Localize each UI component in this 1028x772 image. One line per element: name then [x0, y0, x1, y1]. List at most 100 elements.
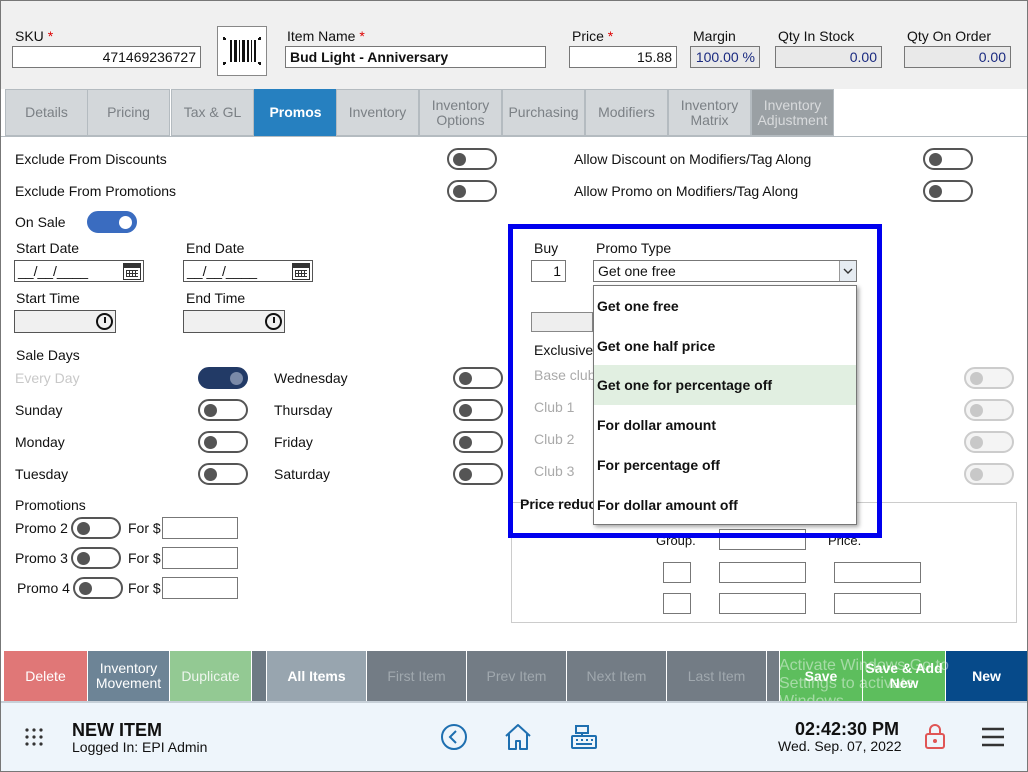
start-date-input[interactable]: __/__/____: [14, 260, 144, 282]
sku-input[interactable]: 471469236727: [12, 46, 201, 68]
on-sale-toggle[interactable]: [87, 211, 137, 233]
price-label: Price *: [572, 28, 614, 44]
duplicate-button[interactable]: Duplicate: [170, 651, 251, 701]
home-icon[interactable]: [503, 722, 533, 752]
exclude-promotions-toggle[interactable]: [447, 180, 497, 202]
item-name-input[interactable]: Bud Light - Anniversary: [285, 46, 546, 68]
promo-3-for-label: For $: [128, 550, 161, 566]
club-1-toggle[interactable]: [964, 399, 1014, 421]
delete-button[interactable]: Delete: [4, 651, 87, 701]
friday-toggle[interactable]: [453, 431, 503, 453]
margin-label: Margin: [693, 28, 736, 44]
sunday-label: Sunday: [15, 402, 63, 418]
barcode-button[interactable]: [217, 26, 267, 76]
base-club-toggle[interactable]: [964, 367, 1014, 389]
group-input-3[interactable]: [719, 593, 806, 614]
monday-toggle[interactable]: [198, 431, 248, 453]
start-date-label: Start Date: [16, 240, 80, 256]
sku-label: SKU *: [15, 28, 54, 44]
promo-3-label: Promo 3: [15, 550, 68, 566]
tab-purchasing[interactable]: Purchasing: [502, 89, 585, 136]
club-2-toggle[interactable]: [964, 431, 1014, 453]
promo-4-amount-input[interactable]: [162, 577, 238, 599]
action-bar: Delete Inventory Movement Duplicate All …: [1, 651, 1027, 710]
price-input-3[interactable]: [834, 593, 921, 614]
menu-icon[interactable]: [980, 726, 1006, 748]
exclude-discounts-toggle[interactable]: [447, 148, 497, 170]
tab-inventory-matrix[interactable]: Inventory Matrix: [668, 89, 751, 136]
start-time-input[interactable]: [14, 310, 116, 333]
calendar-icon[interactable]: [123, 263, 141, 280]
thursday-label: Thursday: [274, 402, 333, 418]
tab-modifiers[interactable]: Modifiers: [585, 89, 668, 136]
clock-icon[interactable]: [96, 313, 113, 330]
wednesday-toggle[interactable]: [453, 367, 503, 389]
every-day-label: Every Day: [15, 370, 80, 386]
back-icon[interactable]: [440, 723, 468, 751]
last-item-button[interactable]: Last Item: [667, 651, 766, 701]
calendar-icon[interactable]: [292, 263, 310, 280]
tab-inventory-options[interactable]: Inventory Options: [419, 89, 502, 136]
saturday-toggle[interactable]: [453, 463, 503, 485]
allow-promo-modifiers-toggle[interactable]: [923, 180, 973, 202]
price-input-2[interactable]: [834, 562, 921, 583]
end-time-input[interactable]: [183, 310, 285, 333]
monday-label: Monday: [15, 434, 65, 450]
promo-3-amount-input[interactable]: [162, 547, 238, 569]
logged-in-text: Logged In: EPI Admin: [72, 739, 208, 755]
friday-label: Friday: [274, 434, 313, 450]
tuesday-label: Tuesday: [15, 466, 69, 482]
tab-inventory-adjustment[interactable]: Inventory Adjustment: [751, 89, 834, 136]
first-item-button[interactable]: First Item: [367, 651, 466, 701]
group-input-2[interactable]: [719, 562, 806, 583]
tab-pricing[interactable]: Pricing: [87, 89, 170, 136]
promo-3-toggle[interactable]: [71, 547, 121, 569]
clock-date: Wed. Sep. 07, 2022: [778, 738, 902, 754]
next-item-button[interactable]: Next Item: [567, 651, 666, 701]
end-time-label: End Time: [186, 290, 246, 306]
thursday-toggle[interactable]: [453, 399, 503, 421]
save-button[interactable]: Save: [780, 651, 862, 701]
item-name-label: Item Name *: [287, 28, 365, 44]
qty-input-2[interactable]: [663, 562, 691, 583]
price-input[interactable]: 15.88: [569, 46, 677, 68]
separator: [767, 651, 779, 701]
allow-discount-modifiers-toggle[interactable]: [923, 148, 973, 170]
inventory-movement-button[interactable]: Inventory Movement: [88, 651, 169, 701]
tuesday-toggle[interactable]: [198, 463, 248, 485]
promo-2-amount-input[interactable]: [162, 517, 238, 539]
all-items-button[interactable]: All Items: [267, 651, 366, 701]
qty-in-stock-value: 0.00: [775, 46, 882, 68]
end-date-input[interactable]: __/__/____: [183, 260, 313, 282]
allow-discount-modifiers-label: Allow Discount on Modifiers/Tag Along: [574, 151, 812, 167]
tab-promos[interactable]: Promos: [254, 89, 337, 136]
app-grid-icon[interactable]: [24, 727, 44, 747]
start-time-label: Start Time: [16, 290, 80, 306]
tab-tax-gl[interactable]: Tax & GL: [171, 89, 254, 136]
new-button[interactable]: New: [946, 651, 1027, 701]
sunday-toggle[interactable]: [198, 399, 248, 421]
allow-promo-modifiers-label: Allow Promo on Modifiers/Tag Along: [574, 183, 799, 199]
cash-register-icon[interactable]: [569, 722, 599, 752]
promo-4-toggle[interactable]: [73, 577, 123, 599]
tab-inventory[interactable]: Inventory: [336, 89, 419, 136]
qty-input-3[interactable]: [663, 593, 691, 614]
promo-2-label: Promo 2: [15, 520, 68, 536]
save-add-new-button[interactable]: Save & Add New: [863, 651, 945, 701]
end-date-label: End Date: [186, 240, 245, 256]
prev-item-button[interactable]: Prev Item: [467, 651, 566, 701]
separator: [252, 651, 266, 701]
margin-value: 100.00 %: [690, 46, 760, 68]
club-3-toggle[interactable]: [964, 463, 1014, 485]
promo-2-toggle[interactable]: [71, 517, 121, 539]
promo-4-label: Promo 4: [17, 580, 70, 596]
highlight-box: [508, 224, 882, 538]
every-day-toggle[interactable]: [198, 367, 248, 389]
tab-details[interactable]: Details: [5, 89, 88, 136]
clock-icon[interactable]: [265, 313, 282, 330]
barcode-icon: [223, 37, 261, 65]
screen-title: NEW ITEM: [72, 720, 162, 740]
promo-4-for-label: For $: [128, 580, 161, 596]
qty-on-order-value: 0.00: [904, 46, 1011, 68]
lock-icon[interactable]: [923, 722, 947, 750]
